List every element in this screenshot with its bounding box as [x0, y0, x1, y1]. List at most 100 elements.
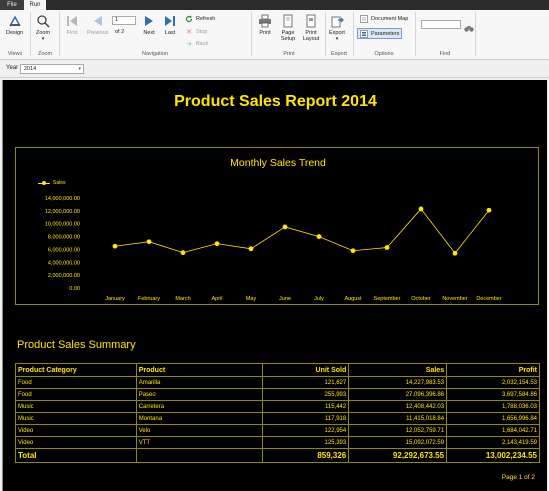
- total-unit-sold: 859,326: [262, 448, 350, 463]
- stop-label: Stop: [196, 29, 208, 35]
- y-tick-label: 10,000,000.00: [45, 222, 80, 228]
- chart-plot-area: 14,000,000.00 12,000,000.00 10,000,000.00 8…: [45, 196, 502, 302]
- separator: [415, 12, 416, 56]
- next-page-icon: [142, 14, 156, 28]
- first-page-button[interactable]: First: [65, 14, 79, 36]
- ribbon: Design Views Zoom ▾ Zoom First Previous …: [0, 10, 549, 60]
- header-sales: Sales: [348, 363, 448, 377]
- x-tick-label: September: [374, 296, 401, 302]
- cell-unit-sold: 115,442: [262, 400, 350, 413]
- refresh-icon: [185, 15, 193, 23]
- options-group-label: Options: [374, 51, 394, 57]
- table-row: Music Montana 117,918 11,415,018.84 1,65…: [15, 412, 540, 425]
- cell-profit: 2,032,154.53: [446, 376, 540, 389]
- parameters-label: Parameters: [371, 30, 400, 37]
- parameters-button[interactable]: Parameters: [357, 28, 402, 39]
- next-page-button[interactable]: Next: [142, 14, 156, 36]
- x-tick-label: July: [314, 296, 324, 302]
- total-empty: [135, 448, 264, 463]
- x-tick-label: December: [476, 296, 502, 302]
- zoom-group-label: Zoom: [37, 51, 53, 57]
- separator: [325, 12, 326, 56]
- print-button[interactable]: Print: [258, 14, 272, 36]
- data-point: [316, 234, 322, 239]
- last-page-button[interactable]: Last: [163, 14, 177, 36]
- page-number-input[interactable]: 1: [112, 16, 136, 25]
- y-tick-label: 4,000,000.00: [48, 260, 80, 266]
- page-setup-label: Page Setup: [280, 30, 296, 42]
- print-layout-button[interactable]: Print Layout: [300, 14, 322, 42]
- separator: [251, 12, 252, 56]
- report-canvas: Product Sales Report 2014 Monthly Sales …: [2, 80, 547, 491]
- data-point: [112, 243, 118, 249]
- design-button[interactable]: Design: [6, 14, 23, 36]
- document-map-label: Document Map: [371, 16, 409, 22]
- cell-sales: 14,227,983.53: [348, 376, 448, 389]
- cell-unit-sold: 125,393: [262, 436, 350, 449]
- chevron-down-icon: ▾: [78, 66, 81, 72]
- cell-profit: 1,684,042.71: [446, 424, 540, 437]
- cell-product: Montana: [135, 412, 264, 425]
- cell-profit: 3,697,584.86: [446, 388, 540, 401]
- summary-table: Product Category Product Unit Sold Sales…: [15, 363, 540, 463]
- document-map-icon: [360, 15, 368, 23]
- page-setup-button[interactable]: Page Setup: [278, 14, 298, 42]
- cell-product: Carretera: [135, 400, 264, 413]
- x-tick-label: May: [246, 296, 257, 302]
- summary-title: Product Sales Summary: [17, 339, 136, 351]
- y-tick-label: 2,000,000.00: [48, 273, 80, 279]
- back-button[interactable]: ➜ Back: [185, 40, 208, 48]
- page-setup-icon: [281, 14, 295, 28]
- data-point: [486, 207, 492, 213]
- page-count-label: of 2: [115, 29, 125, 35]
- sales-trend-chart: Monthly Sales Trend Sales 14,000,000.00 1…: [15, 147, 539, 305]
- find-input[interactable]: [421, 20, 461, 29]
- x-tick-label: March: [175, 296, 190, 302]
- cell-product: VTT: [135, 436, 264, 449]
- total-profit: 13,002,234.55: [446, 448, 540, 463]
- previous-page-button[interactable]: Previous: [87, 14, 108, 36]
- data-point: [248, 246, 254, 252]
- header-product-category: Product Category: [15, 363, 137, 377]
- table-header-row: Product Category Product Unit Sold Sales…: [15, 363, 540, 377]
- tab-run[interactable]: Run: [24, 0, 46, 10]
- previous-page-icon: [91, 14, 105, 28]
- x-tick-label: October: [411, 296, 431, 302]
- chevron-down-icon: ▾: [335, 36, 339, 42]
- page-indicator: Page 1 of 2: [501, 474, 535, 481]
- data-point: [418, 206, 424, 212]
- y-tick-label: 14,000,000.00: [45, 196, 80, 202]
- zoom-button[interactable]: Zoom ▾: [36, 14, 50, 42]
- y-tick-label: 6,000,000.00: [48, 247, 80, 253]
- cell-category: Music: [15, 400, 137, 413]
- document-map-button[interactable]: Document Map: [360, 15, 408, 23]
- last-label: Last: [164, 30, 176, 36]
- last-page-icon: [163, 14, 177, 28]
- table-row: Video Velo 122,954 12,052,759.71 1,684,0…: [15, 424, 540, 437]
- parameter-bar: Year 2014 ▾: [0, 61, 549, 78]
- design-icon: [8, 14, 22, 28]
- export-button[interactable]: Export ▾: [329, 14, 345, 42]
- data-point: [214, 241, 220, 247]
- data-point: [384, 245, 390, 250]
- stop-icon: ✕: [186, 29, 192, 36]
- export-group-label: Export: [331, 51, 347, 57]
- parameters-icon: [360, 29, 368, 38]
- stop-button[interactable]: ✕ Stop: [185, 28, 207, 36]
- data-point: [180, 250, 186, 256]
- cell-unit-sold: 122,954: [262, 424, 350, 437]
- ribbon-tab-bar: File Run: [0, 0, 549, 10]
- x-tick-label: February: [138, 296, 160, 302]
- cell-category: Food: [15, 388, 137, 401]
- tab-file[interactable]: File: [0, 0, 24, 10]
- cell-category: Food: [15, 376, 137, 389]
- refresh-button[interactable]: Refresh: [185, 15, 215, 23]
- year-value: 2014: [24, 66, 37, 72]
- header-profit: Profit: [446, 363, 540, 377]
- year-select[interactable]: 2014 ▾: [20, 64, 84, 74]
- x-tick-label: January: [105, 296, 125, 302]
- refresh-label: Refresh: [196, 16, 216, 22]
- binoculars-icon[interactable]: [464, 20, 474, 38]
- cell-sales: 11,415,018.84: [348, 412, 448, 425]
- print-layout-label: Print Layout: [302, 30, 320, 42]
